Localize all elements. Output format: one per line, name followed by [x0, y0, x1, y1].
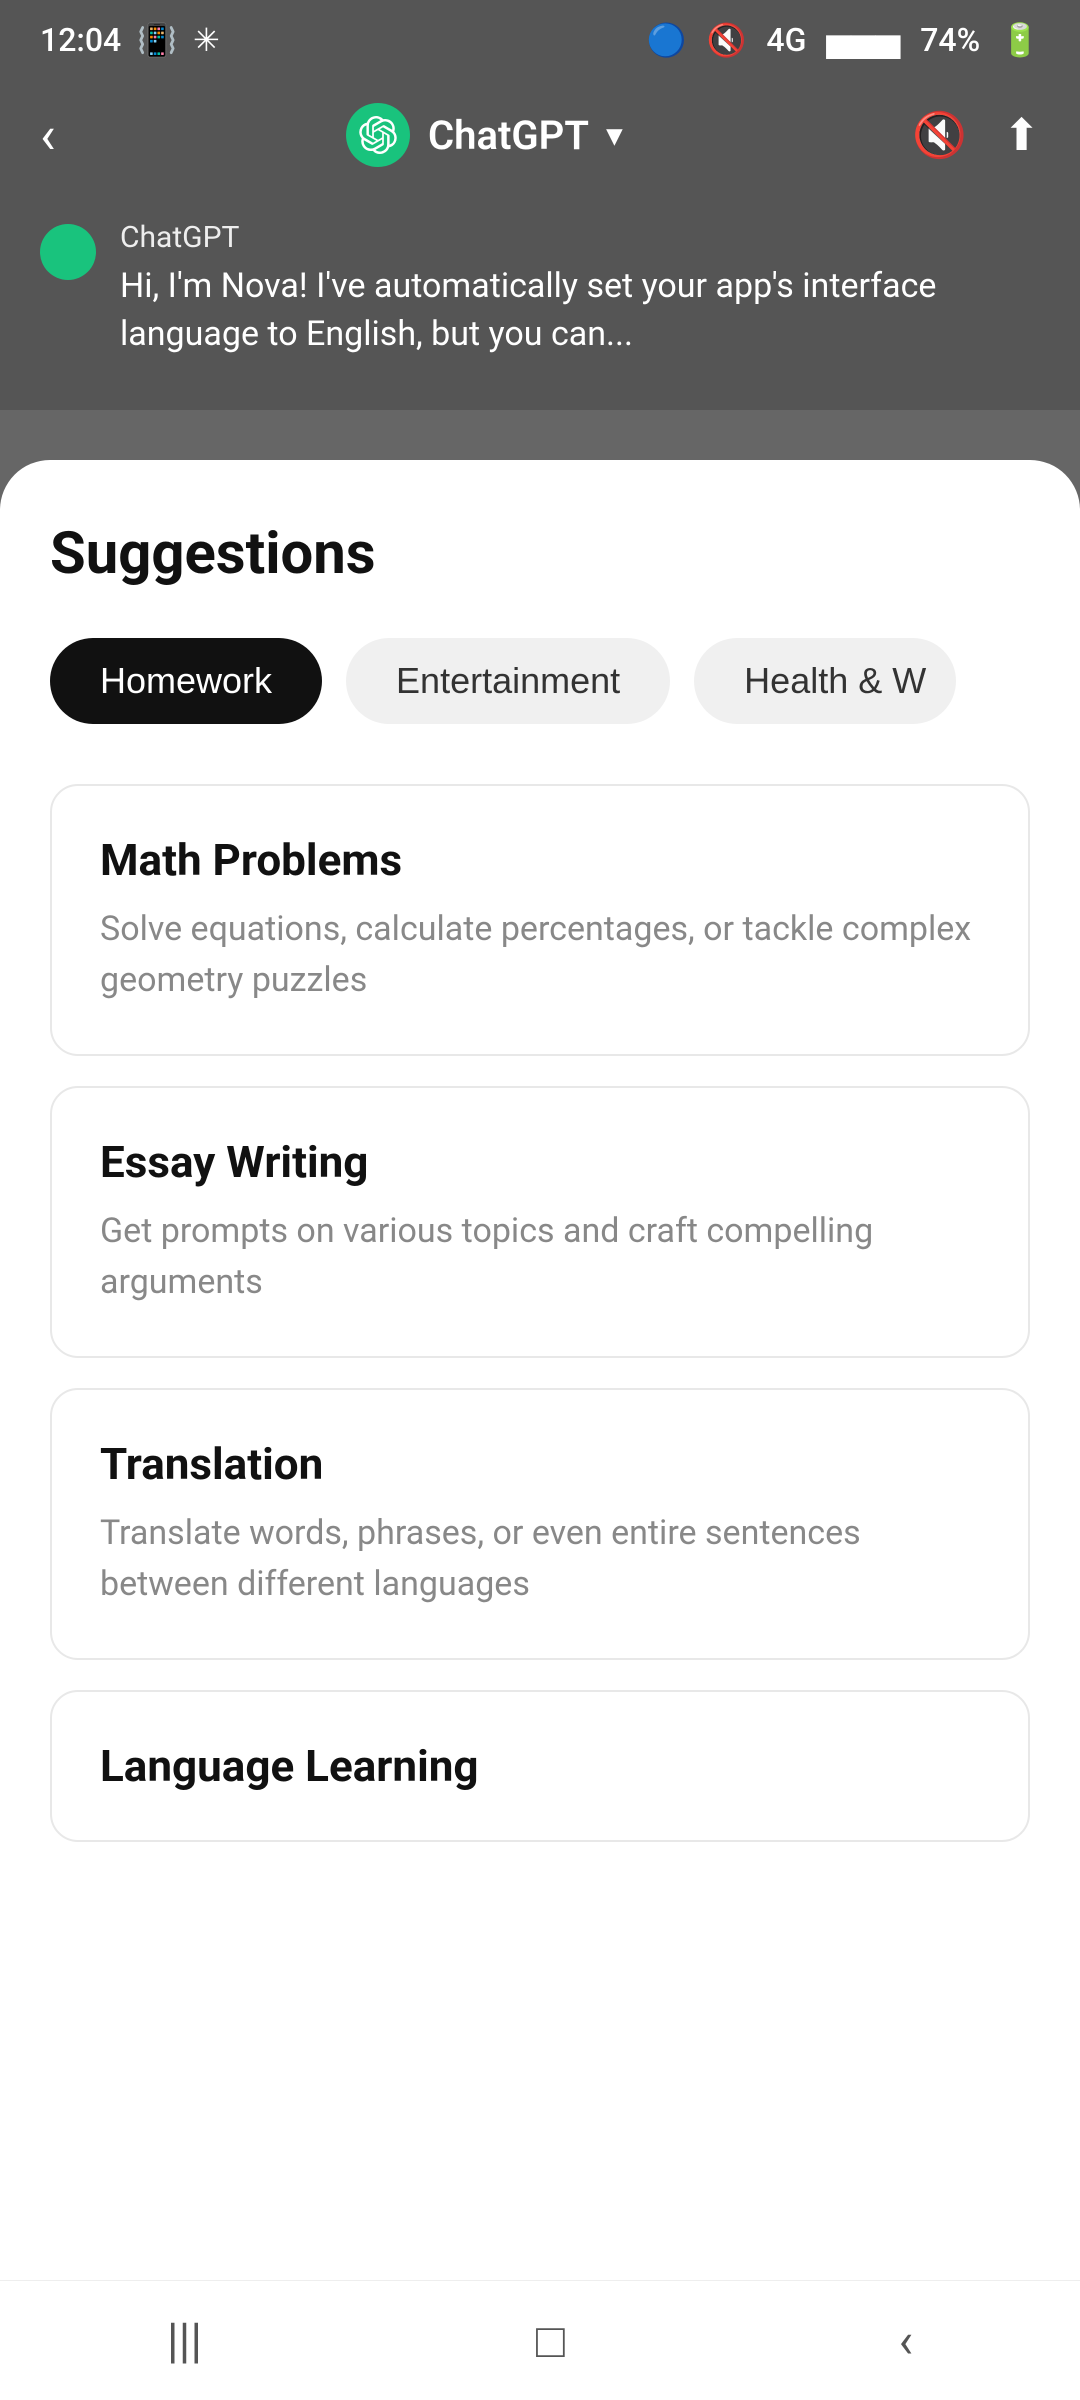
nav-back[interactable]: ‹: [899, 2312, 913, 2369]
pill-entertainment[interactable]: Entertainment: [346, 638, 670, 724]
dropdown-chevron-icon[interactable]: ▾: [607, 118, 622, 153]
header-actions: 🔇 ⬆: [912, 109, 1040, 161]
mute-button[interactable]: 🔇: [912, 109, 967, 161]
battery-level: 74%: [920, 21, 980, 59]
card-essay-desc: Get prompts on various topics and craft …: [100, 1206, 980, 1308]
bluetooth-icon: 🔵: [647, 21, 687, 59]
signal-bars: ▅▅▅: [826, 21, 900, 59]
agent-name: ChatGPT: [120, 220, 1040, 255]
pill-health[interactable]: Health & W: [694, 638, 956, 724]
vibrate-icon: 📳: [137, 21, 177, 59]
status-left: 12:04 📳 ✳: [40, 21, 220, 59]
mute-icon: 🔇: [707, 21, 747, 59]
card-essay-writing[interactable]: Essay Writing Get prompts on various top…: [50, 1086, 1030, 1358]
back-button[interactable]: ‹: [40, 105, 56, 166]
network-icon: 4G: [766, 21, 806, 59]
time: 12:04: [40, 21, 121, 59]
card-essay-title: Essay Writing: [100, 1136, 980, 1188]
header-center: ChatGPT ▾: [346, 103, 622, 167]
card-translation-title: Translation: [100, 1438, 980, 1490]
app-header: ‹ ChatGPT ▾ 🔇 ⬆: [0, 80, 1080, 190]
chatgpt-avatar: [40, 224, 96, 280]
card-math-desc: Solve equations, calculate percentages, …: [100, 904, 980, 1006]
bottom-nav: ||| □ ‹: [0, 2280, 1080, 2400]
status-right: 🔵 🔇 4G ▅▅▅ 74% 🔋: [647, 21, 1040, 59]
battery-icon: 🔋: [1000, 21, 1040, 59]
share-button[interactable]: ⬆: [1003, 109, 1040, 161]
chat-preview: ChatGPT Hi, I'm Nova! I've automatically…: [120, 220, 1040, 358]
suggestions-title: Suggestions: [50, 520, 1030, 588]
card-math-title: Math Problems: [100, 834, 980, 886]
card-translation[interactable]: Translation Translate words, phrases, or…: [50, 1388, 1030, 1660]
nav-home[interactable]: □: [536, 2312, 565, 2369]
app-title: ChatGPT: [428, 112, 589, 159]
card-language-learning[interactable]: Language Learning: [50, 1690, 1030, 1842]
card-math-problems[interactable]: Math Problems Solve equations, calculate…: [50, 784, 1030, 1056]
nav-recent-apps[interactable]: |||: [167, 2312, 202, 2369]
chat-preview-area: ChatGPT Hi, I'm Nova! I've automatically…: [0, 190, 1080, 410]
category-pills: Homework Entertainment Health & W: [50, 638, 1030, 724]
notification-icon: ✳: [193, 21, 220, 59]
suggestion-cards: Math Problems Solve equations, calculate…: [50, 784, 1030, 1842]
pill-homework[interactable]: Homework: [50, 638, 322, 724]
suggestions-sheet: Suggestions Homework Entertainment Healt…: [0, 460, 1080, 2400]
status-bar: 12:04 📳 ✳ 🔵 🔇 4G ▅▅▅ 74% 🔋: [0, 0, 1080, 80]
card-translation-desc: Translate words, phrases, or even entire…: [100, 1508, 980, 1610]
card-language-title: Language Learning: [100, 1740, 980, 1792]
chatgpt-logo: [346, 103, 410, 167]
chat-preview-text: Hi, I'm Nova! I've automatically set you…: [120, 263, 1040, 358]
